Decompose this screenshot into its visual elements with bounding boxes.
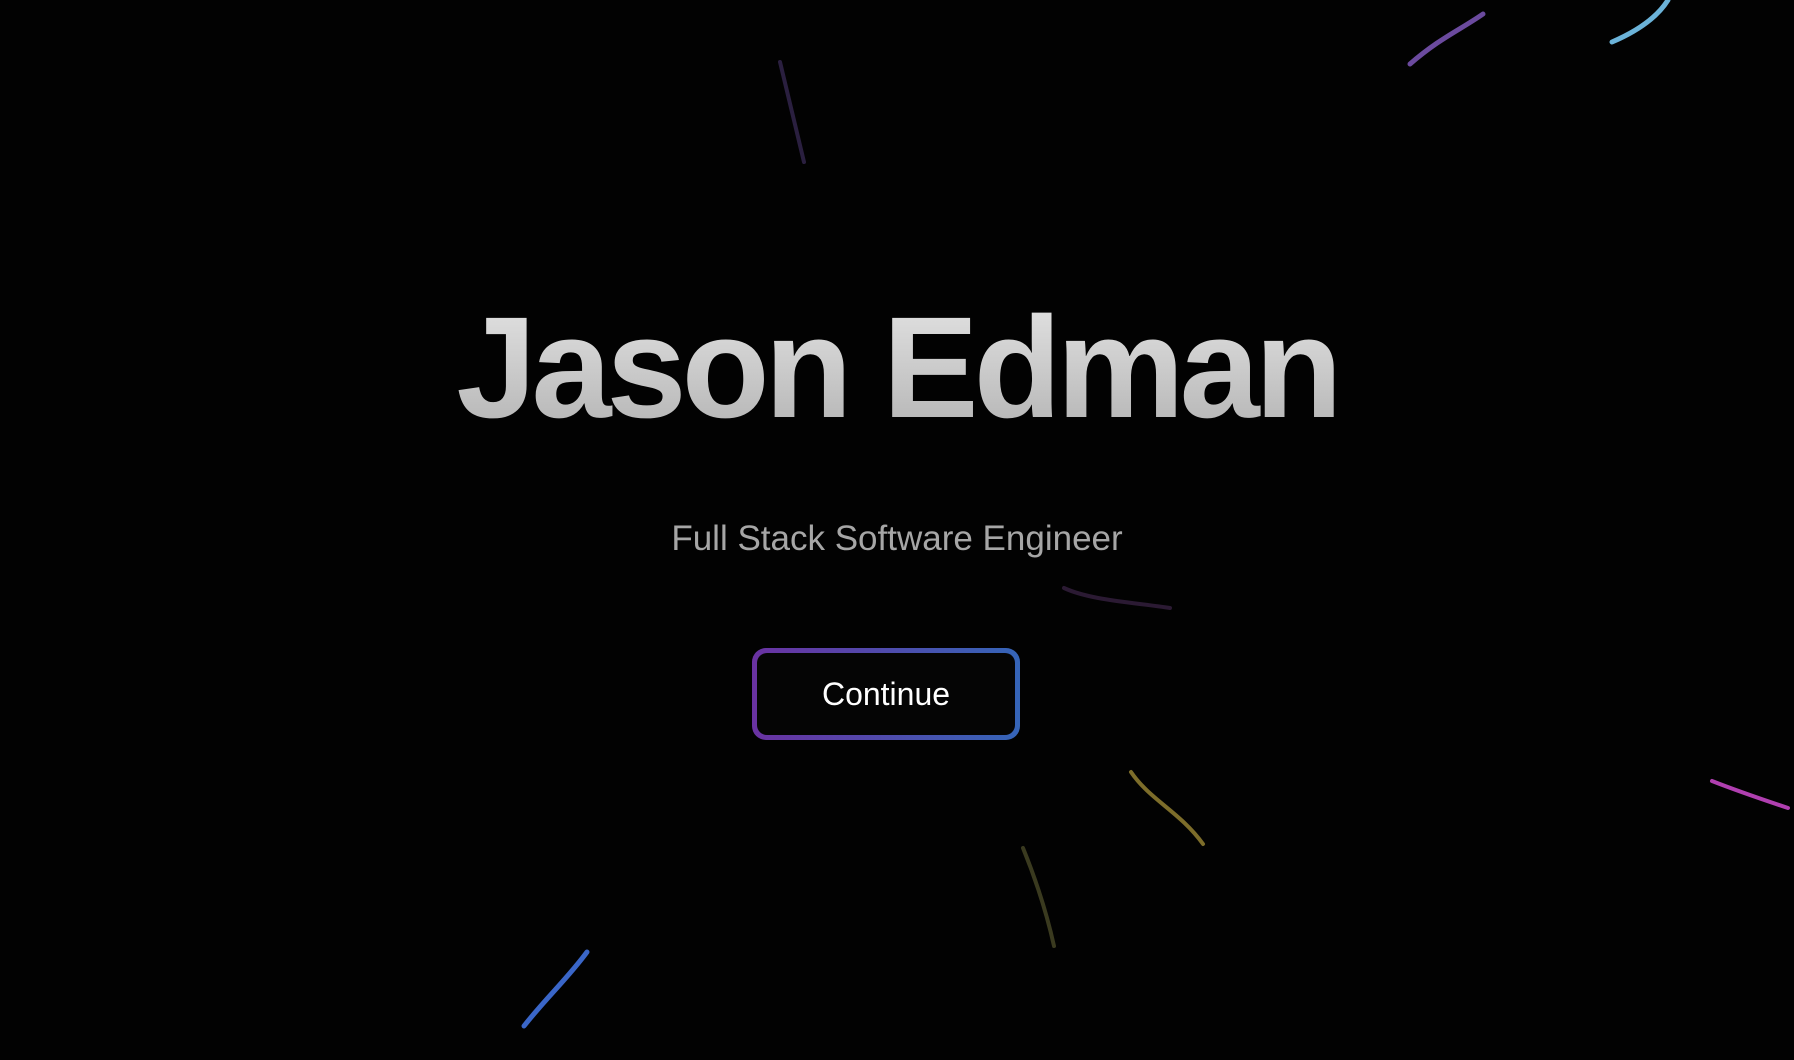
hero-section: Jason Edman Full Stack Software Engineer… — [0, 0, 1794, 1060]
hero-title: Jason Edman — [0, 288, 1794, 448]
continue-button-label: Continue — [757, 653, 1015, 735]
continue-button[interactable]: Continue — [752, 648, 1020, 740]
hero-subtitle: Full Stack Software Engineer — [671, 519, 1123, 558]
